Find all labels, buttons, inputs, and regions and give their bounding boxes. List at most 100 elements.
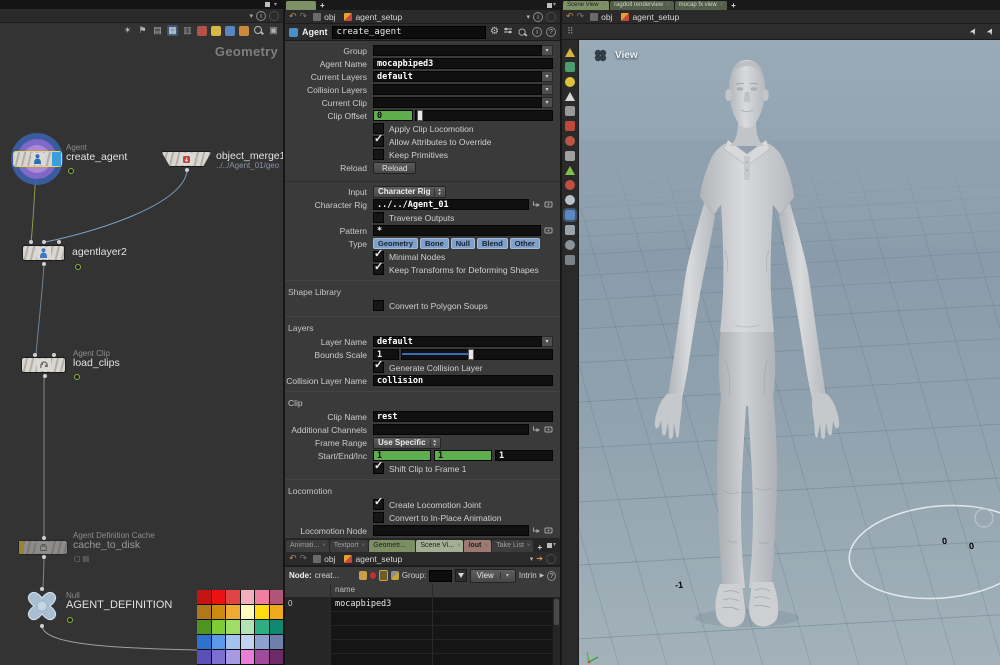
node-label-object-merge1[interactable]: object_merge1 ../../Agent_01/geo [216, 151, 285, 170]
checkbox-generate-collision-layer[interactable]: ✓ [373, 362, 384, 373]
display-flag[interactable] [52, 152, 61, 166]
stow-caret-icon[interactable]: ▾ [553, 542, 556, 548]
palette-swatch-2-2[interactable] [226, 620, 240, 634]
type-button-blend[interactable]: Blend [477, 238, 508, 249]
palette-swatch-3-0[interactable] [197, 635, 211, 649]
close-tab-icon[interactable]: × [457, 540, 461, 552]
field-collision-layer-name[interactable]: collision [373, 375, 553, 386]
checkbox-convert-to-polygon-soups[interactable] [373, 300, 384, 311]
checkbox-shift-clip-to-frame-1[interactable]: ✓ [373, 463, 384, 474]
palette-swatch-1-5[interactable] [270, 605, 284, 619]
paint-tool-icon[interactable] [565, 180, 575, 190]
tab-parameters[interactable] [286, 1, 316, 10]
palette-swatch-4-2[interactable] [226, 650, 240, 664]
forward-icon[interactable]: ↷ [577, 12, 585, 21]
info-icon[interactable]: i [532, 27, 542, 37]
field-current-layers[interactable]: default [373, 71, 542, 82]
hand-tool-icon[interactable] [565, 225, 575, 235]
node-agentlayer2[interactable] [22, 245, 65, 261]
pin-icon[interactable] [546, 554, 556, 564]
checkbox-convert-to-in-place-animation[interactable] [373, 512, 384, 523]
field-clip-name[interactable]: rest [373, 411, 553, 422]
viewport-label[interactable]: View [593, 48, 638, 63]
field-agent-name[interactable]: mocapbiped3 [373, 58, 553, 69]
move-tool-icon[interactable] [565, 121, 575, 131]
checkbox-keep-transforms-for-deforming-shapes[interactable]: ✓ [373, 264, 384, 275]
pin-icon[interactable] [546, 12, 556, 22]
rotate-tool-icon[interactable] [565, 136, 575, 146]
paw-icon[interactable] [359, 571, 367, 580]
record-dot-icon[interactable] [370, 572, 376, 579]
agent-definition-display-dot[interactable] [67, 617, 73, 623]
palette-swatch-4-0[interactable] [197, 650, 211, 664]
palette-swatch-2-3[interactable] [241, 620, 255, 634]
close-tab-icon[interactable]: × [602, 1, 606, 10]
axis-tool-icon[interactable] [565, 166, 575, 175]
secure-cursor-icon[interactable]: ➤ [985, 25, 998, 37]
combo-input[interactable]: Character Rig▴▾ [373, 186, 446, 198]
field-collision-layers[interactable] [373, 84, 542, 95]
palette-swatch-0-0[interactable] [197, 590, 211, 604]
forward-icon[interactable]: ↷ [300, 12, 308, 21]
node-name-field[interactable]: create_agent [332, 26, 487, 39]
pane-tab-animati[interactable]: Animati...× [286, 540, 329, 552]
viewport-tab-scene-view[interactable]: Scene View× [563, 1, 609, 10]
palette-swatch-0-2[interactable] [226, 590, 240, 604]
palette-swatch-1-0[interactable] [197, 605, 211, 619]
node-label-load-clips[interactable]: Agent Clip load_clips [73, 350, 120, 369]
node-label-create-agent[interactable]: Agent create_agent [66, 144, 127, 163]
type-button-null[interactable]: Null [451, 238, 475, 249]
breadcrumb-obj[interactable]: obj [310, 12, 338, 22]
palette-swatch-1-1[interactable] [212, 605, 226, 619]
field-additional-channels[interactable] [373, 424, 529, 435]
op-chooser-icon[interactable] [544, 226, 553, 235]
field-group[interactable] [373, 45, 542, 56]
lock-icon[interactable] [379, 570, 389, 581]
palette-swatch-0-4[interactable] [255, 590, 269, 604]
view-dropdown[interactable]: View ▾ [470, 569, 516, 583]
close-tab-icon[interactable]: × [527, 540, 531, 552]
search-icon[interactable] [518, 27, 528, 37]
viewport-3d[interactable]: View [579, 40, 1000, 665]
breadcrumb-node[interactable]: agent_setup [341, 12, 405, 22]
breadcrumb-node[interactable]: agent_setup [341, 554, 405, 564]
op-chooser-icon[interactable] [544, 526, 553, 535]
layout-grid-icon[interactable] [565, 62, 575, 72]
palette-swatch-3-4[interactable] [255, 635, 269, 649]
display-ball-icon[interactable] [565, 77, 575, 87]
add-tab-button[interactable]: + [317, 1, 328, 10]
node-agent-definition[interactable] [22, 590, 62, 628]
select-arrow-icon[interactable] [565, 92, 575, 101]
close-tab-icon[interactable]: × [484, 540, 488, 552]
node-create-agent[interactable] [13, 151, 62, 167]
slider-thumb[interactable] [468, 349, 474, 360]
viewport-tab-mocap-fx-view[interactable]: mocap fx view× [675, 1, 728, 10]
pane-tab-out[interactable]: /out× [464, 540, 491, 552]
op-jump-icon[interactable] [532, 425, 541, 434]
palette-swatch-1-2[interactable] [226, 605, 240, 619]
light-tool-icon[interactable] [565, 240, 575, 250]
forward-icon[interactable]: ↷ [300, 554, 308, 563]
palette-swatch-4-4[interactable] [255, 650, 269, 664]
pane-tab-take-list[interactable]: Take List× [492, 540, 533, 552]
help-icon[interactable]: ? [547, 571, 556, 581]
slider-clip-offset[interactable] [415, 110, 553, 121]
close-tab-icon[interactable]: × [720, 1, 724, 10]
table-scrollbar[interactable] [552, 597, 560, 665]
menu-arrow-icon[interactable]: ▾ [542, 84, 553, 95]
help-icon[interactable]: ? [546, 27, 556, 37]
filter-funnel-icon[interactable] [455, 569, 467, 582]
palette-swatch-1-4[interactable] [255, 605, 269, 619]
table-row[interactable]: 0mocapbiped3 [285, 598, 560, 612]
node-chooser-icon[interactable] [391, 571, 399, 580]
add-tab-button[interactable]: + [534, 543, 545, 552]
slider-bounds-scale[interactable] [401, 349, 553, 360]
menu-arrow-icon[interactable]: ▾ [542, 97, 553, 108]
back-icon[interactable]: ↶ [289, 554, 297, 563]
bypass-flag[interactable] [19, 541, 24, 554]
close-tab-icon[interactable]: × [666, 1, 670, 10]
path-dropdown-icon[interactable]: ▾ [526, 13, 530, 21]
breadcrumb-obj[interactable]: obj [310, 554, 338, 564]
checkbox-allow-attributes-to-override[interactable]: ✓ [373, 136, 384, 147]
palette-swatch-2-1[interactable] [212, 620, 226, 634]
